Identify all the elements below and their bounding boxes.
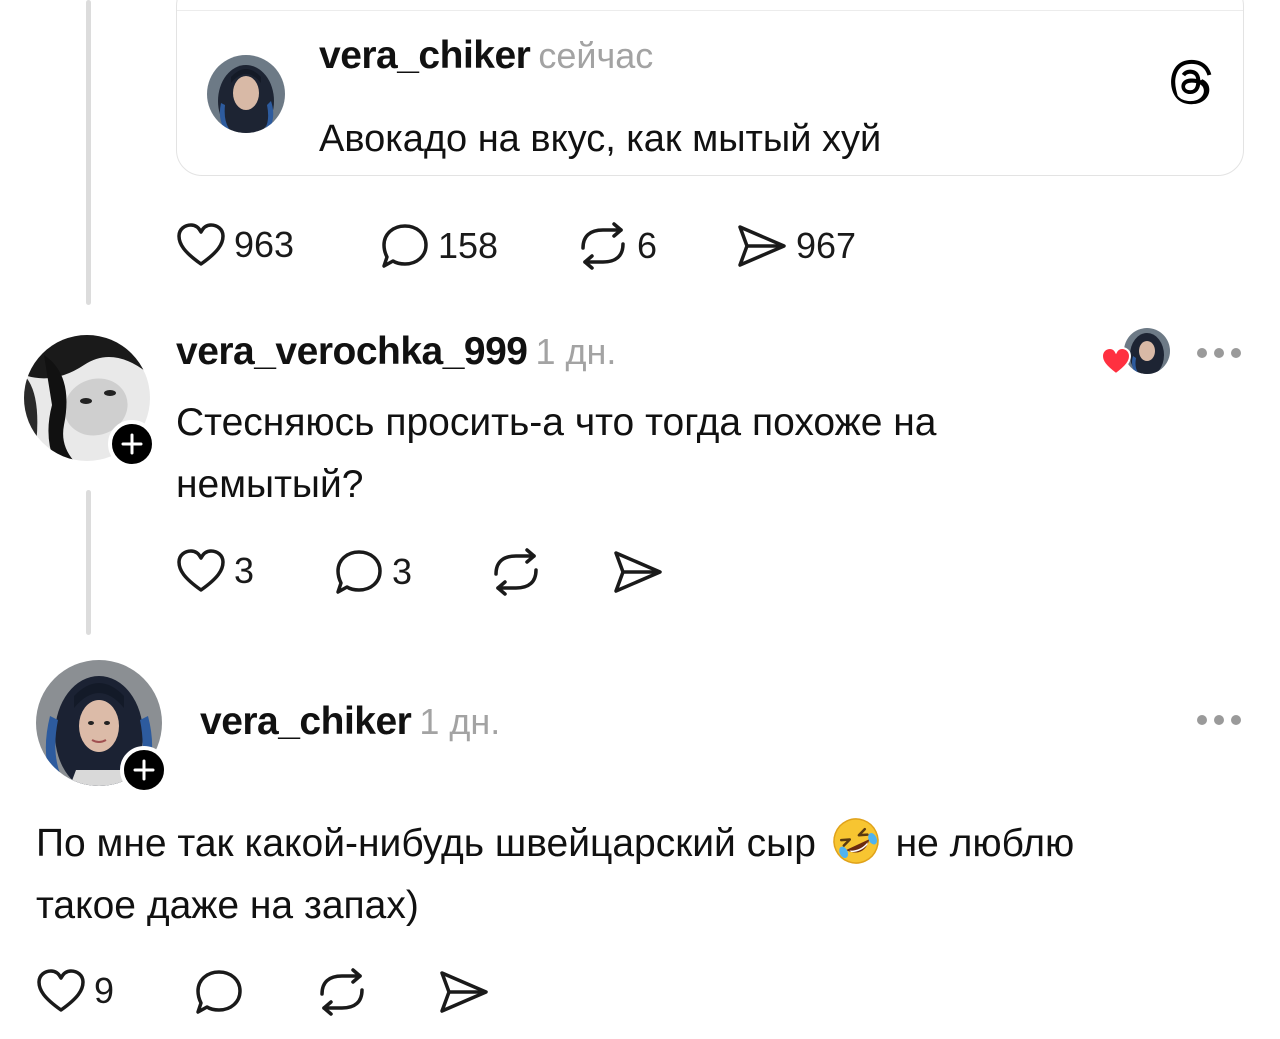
reply-text: По мне так какой-нибудь швейцарский сыр …	[36, 813, 1266, 937]
quoted-post-author[interactable]: vera_chiker сейчас	[319, 34, 653, 78]
rolling-on-floor-laughing-emoji	[832, 818, 879, 864]
reply-text-segment: По мне так какой-нибудь швейцарский сыр	[36, 822, 816, 865]
dot	[1214, 715, 1224, 725]
timestamp: сейчас	[538, 35, 654, 76]
reply-text-line: По мне так какой-нибудь швейцарский сыр …	[36, 813, 1266, 875]
heart-icon	[177, 549, 225, 592]
comment-icon	[382, 224, 428, 268]
avatar[interactable]	[207, 55, 285, 133]
like-button[interactable]: 963	[176, 222, 294, 268]
liked-by-author-badge	[1100, 328, 1172, 378]
threads-logo-icon	[1167, 59, 1213, 105]
share-count: 967	[796, 225, 857, 266]
username-label[interactable]: vera_verochka_999	[176, 330, 528, 373]
reply-button[interactable]	[194, 968, 244, 1016]
timestamp: 1 дн.	[535, 331, 617, 372]
username-label[interactable]: vera_chiker	[200, 700, 412, 743]
thread-connector-middle	[86, 490, 91, 635]
repost-icon	[581, 222, 625, 270]
quoted-post-text: Авокадо на вкус, как мытый хуй	[319, 118, 882, 160]
send-icon	[440, 971, 488, 1013]
reply-text-segment: не люблю	[895, 822, 1075, 865]
like-count: 963	[234, 224, 295, 265]
repost-icon	[494, 548, 538, 596]
quoted-post-card[interactable]: vera_chiker сейчас Авокадо на вкус, как м…	[176, 0, 1244, 176]
like-count: 9	[94, 970, 115, 1011]
send-icon	[738, 225, 786, 267]
username-label[interactable]: vera_chiker	[319, 34, 531, 77]
dot	[1231, 348, 1241, 358]
more-options-button[interactable]	[1197, 715, 1241, 725]
repost-count: 6	[637, 225, 658, 266]
repost-button[interactable]	[316, 968, 368, 1016]
follow-plus-button[interactable]	[120, 746, 168, 794]
send-icon	[614, 551, 662, 593]
follow-plus-button[interactable]	[108, 420, 156, 468]
reply-button[interactable]: 158	[380, 222, 498, 270]
thread-connector-top	[86, 0, 91, 305]
repost-button[interactable]	[490, 548, 542, 596]
reply-text-line: немытый?	[176, 463, 364, 506]
reply-text-line: такое даже на запах)	[36, 884, 419, 927]
share-button[interactable]: 967	[736, 222, 856, 270]
dot	[1231, 715, 1241, 725]
more-options-button[interactable]	[1197, 348, 1241, 358]
reply-button[interactable]: 3	[334, 548, 412, 596]
reply-count: 158	[438, 225, 499, 266]
card-divider	[177, 10, 1243, 11]
heart-icon	[37, 969, 85, 1012]
repost-button[interactable]: 6	[577, 222, 657, 270]
plus-icon	[121, 433, 143, 455]
comment-icon	[196, 970, 242, 1014]
reply-author[interactable]: vera_verochka_999 1 дн.	[176, 330, 616, 374]
timestamp: 1 дн.	[419, 701, 501, 742]
plus-icon	[133, 759, 155, 781]
like-button[interactable]: 9	[36, 968, 114, 1014]
like-button[interactable]: 3	[176, 548, 254, 594]
reply-count: 3	[392, 551, 413, 592]
comment-icon	[336, 550, 382, 594]
dot	[1197, 348, 1207, 358]
repost-icon	[320, 968, 364, 1016]
share-button[interactable]	[612, 548, 664, 596]
share-button[interactable]	[438, 968, 490, 1016]
reply-text-line: Стесняюсь просить-а что тогда похоже на	[176, 401, 937, 444]
dot	[1197, 715, 1207, 725]
heart-icon	[1100, 346, 1132, 376]
heart-icon	[177, 223, 225, 266]
like-count: 3	[234, 550, 255, 591]
reply-author[interactable]: vera_chiker 1 дн.	[200, 700, 500, 744]
reply-text: Стесняюсь просить-а что тогда похоже на …	[176, 392, 936, 516]
dot	[1214, 348, 1224, 358]
